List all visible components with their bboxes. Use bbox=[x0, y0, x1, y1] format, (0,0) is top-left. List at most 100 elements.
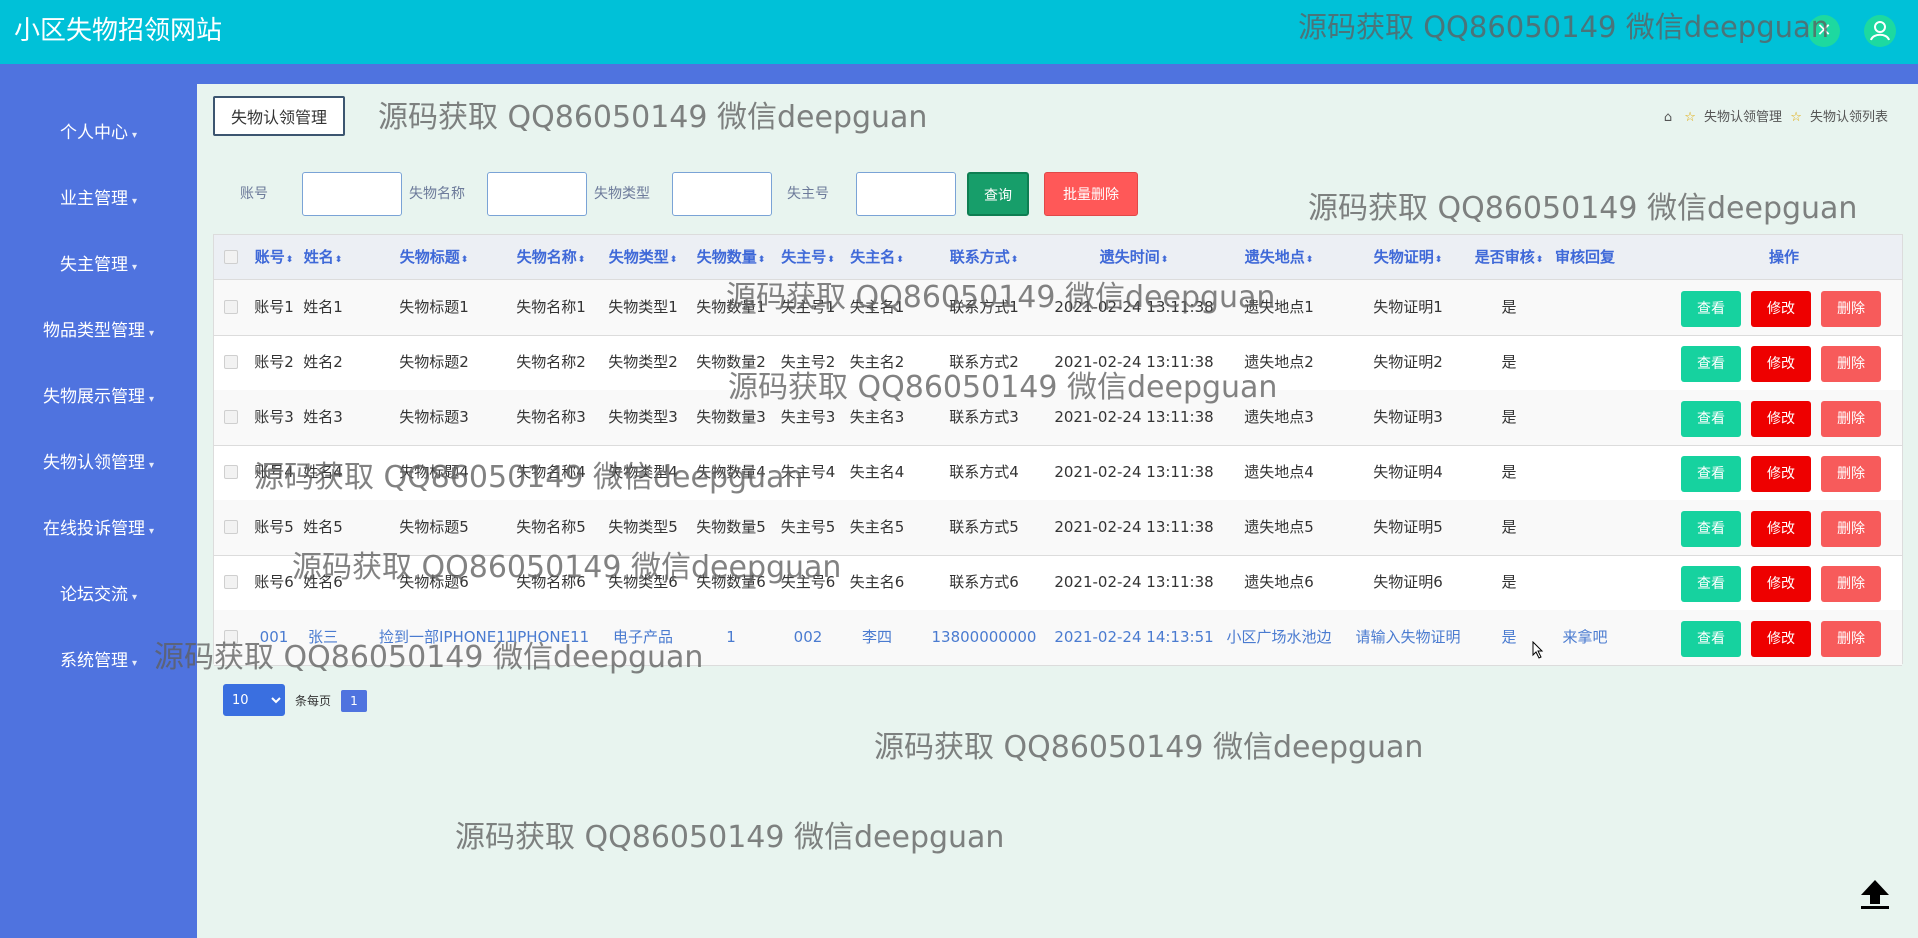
column-header-label: 姓名 bbox=[303, 248, 334, 266]
column-header-review-reply: 审核回复 bbox=[1548, 235, 1622, 279]
delete-button[interactable]: 删除 bbox=[1821, 566, 1881, 602]
column-header-owner-number[interactable]: 失主号⬍ bbox=[776, 235, 840, 279]
edit-button[interactable]: 修改 bbox=[1751, 456, 1811, 492]
sidebar-item-loser-management[interactable]: 失主管理 ▾ bbox=[0, 250, 197, 280]
cell-item-name: IPHONE11 bbox=[512, 628, 590, 646]
edit-button[interactable]: 修改 bbox=[1751, 511, 1811, 547]
page-size-select[interactable]: 10 bbox=[223, 684, 285, 716]
delete-button[interactable]: 删除 bbox=[1821, 291, 1881, 327]
page-title: 失物认领管理 bbox=[213, 96, 346, 136]
view-button[interactable]: 查看 bbox=[1681, 511, 1741, 547]
sidebar-item-owner-management[interactable]: 业主管理 ▾ bbox=[0, 184, 197, 214]
column-header-title[interactable]: 失物标题⬍ bbox=[379, 235, 489, 279]
breadcrumb-item[interactable]: 失物认领管理 bbox=[1704, 110, 1782, 125]
cell-title: 失物标题3 bbox=[399, 408, 469, 426]
sort-icon: ⬍ bbox=[1305, 255, 1314, 265]
delete-button[interactable]: 删除 bbox=[1821, 401, 1881, 437]
cell-contact: 联系方式5 bbox=[949, 518, 1019, 536]
column-header-label: 失物标题 bbox=[399, 248, 460, 266]
row-checkbox[interactable] bbox=[224, 520, 238, 534]
owner-number-input[interactable] bbox=[856, 172, 956, 216]
cell-quantity: 失物数量5 bbox=[696, 518, 766, 536]
cell-item-type: 电子产品 bbox=[612, 628, 673, 646]
sidebar-item-lost-display-management[interactable]: 失物展示管理 ▾ bbox=[0, 382, 197, 412]
account-input[interactable] bbox=[302, 172, 402, 216]
cell-owner-number: 失主号1 bbox=[780, 298, 836, 316]
edit-button[interactable]: 修改 bbox=[1751, 621, 1811, 657]
cell-owner-number: 002 bbox=[793, 628, 823, 646]
cell-item-name: 失物名称2 bbox=[516, 353, 586, 371]
user-icon[interactable] bbox=[1864, 15, 1896, 47]
column-header-item-name[interactable]: 失物名称⬍ bbox=[506, 235, 596, 279]
edit-button[interactable]: 修改 bbox=[1751, 346, 1811, 382]
column-header-proof[interactable]: 失物证明⬍ bbox=[1348, 235, 1468, 279]
page-number-button[interactable]: 1 bbox=[341, 690, 367, 712]
cell-lost-time: 2021-02-24 13:11:38 bbox=[1054, 298, 1214, 316]
table-row: 账号3 姓名3 失物标题3 失物名称3 失物类型3 失物数量3 失主号3 失主名3 联系方式3 2… bbox=[214, 390, 1902, 446]
column-header-item-type[interactable]: 失物类型⬍ bbox=[598, 235, 688, 279]
view-button[interactable]: 查看 bbox=[1681, 621, 1741, 657]
cell-lost-time: 2021-02-24 13:11:38 bbox=[1054, 353, 1214, 371]
edit-button[interactable]: 修改 bbox=[1751, 401, 1811, 437]
row-checkbox[interactable] bbox=[224, 300, 238, 314]
cell-item-type: 失物类型1 bbox=[608, 298, 678, 316]
home-icon[interactable]: ⌂ bbox=[1664, 110, 1672, 125]
view-button[interactable]: 查看 bbox=[1681, 566, 1741, 602]
cell-name: 姓名5 bbox=[303, 518, 343, 536]
sidebar: 个人中心 ▾ 业主管理 ▾ 失主管理 ▾ 物品类型管理 ▾ 失物展示管理 ▾ 失物认领管理… bbox=[0, 84, 197, 938]
edit-button[interactable]: 修改 bbox=[1751, 291, 1811, 327]
item-name-input[interactable] bbox=[487, 172, 587, 216]
cell-proof: 请输入失物证明 bbox=[1355, 628, 1461, 646]
row-checkbox[interactable] bbox=[224, 465, 238, 479]
view-button[interactable]: 查看 bbox=[1681, 401, 1741, 437]
column-header-lost-place[interactable]: 遗失地点⬍ bbox=[1214, 235, 1344, 279]
cell-account: 账号4 bbox=[254, 463, 294, 481]
delete-button[interactable]: 删除 bbox=[1821, 346, 1881, 382]
row-checkbox[interactable] bbox=[224, 410, 238, 424]
cell-item-type: 失物类型6 bbox=[608, 573, 678, 591]
cell-quantity: 失物数量2 bbox=[696, 353, 766, 371]
delete-button[interactable]: 删除 bbox=[1821, 511, 1881, 547]
cell-reviewed: 是 bbox=[1501, 573, 1517, 591]
batch-delete-button[interactable]: 批量删除 bbox=[1044, 172, 1138, 216]
cell-lost-place: 遗失地点3 bbox=[1244, 408, 1314, 426]
view-button[interactable]: 查看 bbox=[1681, 291, 1741, 327]
delete-button[interactable]: 删除 bbox=[1821, 621, 1881, 657]
column-header-contact[interactable]: 联系方式⬍ bbox=[924, 235, 1044, 279]
sidebar-item-personal-center[interactable]: 个人中心 ▾ bbox=[0, 118, 197, 148]
item-type-input[interactable] bbox=[672, 172, 772, 216]
top-bar: 小区失物招领网站 ✕ bbox=[0, 0, 1918, 64]
row-checkbox[interactable] bbox=[224, 355, 238, 369]
sidebar-item-system-management[interactable]: 系统管理 ▾ bbox=[0, 646, 197, 676]
cell-owner-number: 失主号6 bbox=[780, 573, 836, 591]
column-header-account[interactable]: 账号⬍ bbox=[254, 235, 294, 279]
cell-quantity: 1 bbox=[726, 628, 736, 646]
column-header-lost-time[interactable]: 遗失时间⬍ bbox=[1054, 235, 1214, 279]
view-button[interactable]: 查看 bbox=[1681, 456, 1741, 492]
header-strip bbox=[0, 64, 1918, 84]
sidebar-item-item-type-management[interactable]: 物品类型管理 ▾ bbox=[0, 316, 197, 346]
table-row: 账号2 姓名2 失物标题2 失物名称2 失物类型2 失物数量2 失主号2 失主名2 联系方式2 2… bbox=[214, 335, 1902, 391]
query-button[interactable]: 查询 bbox=[967, 172, 1029, 216]
delete-button[interactable]: 删除 bbox=[1821, 456, 1881, 492]
column-header-owner-name[interactable]: 失主名⬍ bbox=[844, 235, 910, 279]
sidebar-item-lost-claim-management[interactable]: 失物认领管理 ▾ bbox=[0, 448, 197, 478]
sort-icon: ⬍ bbox=[757, 255, 766, 265]
cell-reviewed: 是 bbox=[1501, 298, 1517, 316]
column-header-name[interactable]: 姓名⬍ bbox=[298, 235, 348, 279]
sidebar-item-online-complaint-management[interactable]: 在线投诉管理 ▾ bbox=[0, 514, 197, 544]
row-checkbox[interactable] bbox=[224, 630, 238, 644]
column-header-quantity[interactable]: 失物数量⬍ bbox=[688, 235, 774, 279]
back-to-top-icon[interactable] bbox=[1855, 874, 1895, 914]
view-button[interactable]: 查看 bbox=[1681, 346, 1741, 382]
select-all-checkbox[interactable] bbox=[224, 250, 238, 264]
close-icon[interactable]: ✕ bbox=[1808, 15, 1840, 47]
column-header-reviewed[interactable]: 是否审核⬍ bbox=[1470, 235, 1548, 279]
table-row: 账号5 姓名5 失物标题5 失物名称5 失物类型5 失物数量5 失主号5 失主名5 联系方式5 2… bbox=[214, 500, 1902, 556]
cell-quantity: 失物数量3 bbox=[696, 408, 766, 426]
sidebar-item-forum[interactable]: 论坛交流 ▾ bbox=[0, 580, 197, 610]
account-label: 账号 bbox=[240, 186, 268, 202]
caret-down-icon: ▾ bbox=[148, 328, 155, 339]
row-checkbox[interactable] bbox=[224, 575, 238, 589]
edit-button[interactable]: 修改 bbox=[1751, 566, 1811, 602]
